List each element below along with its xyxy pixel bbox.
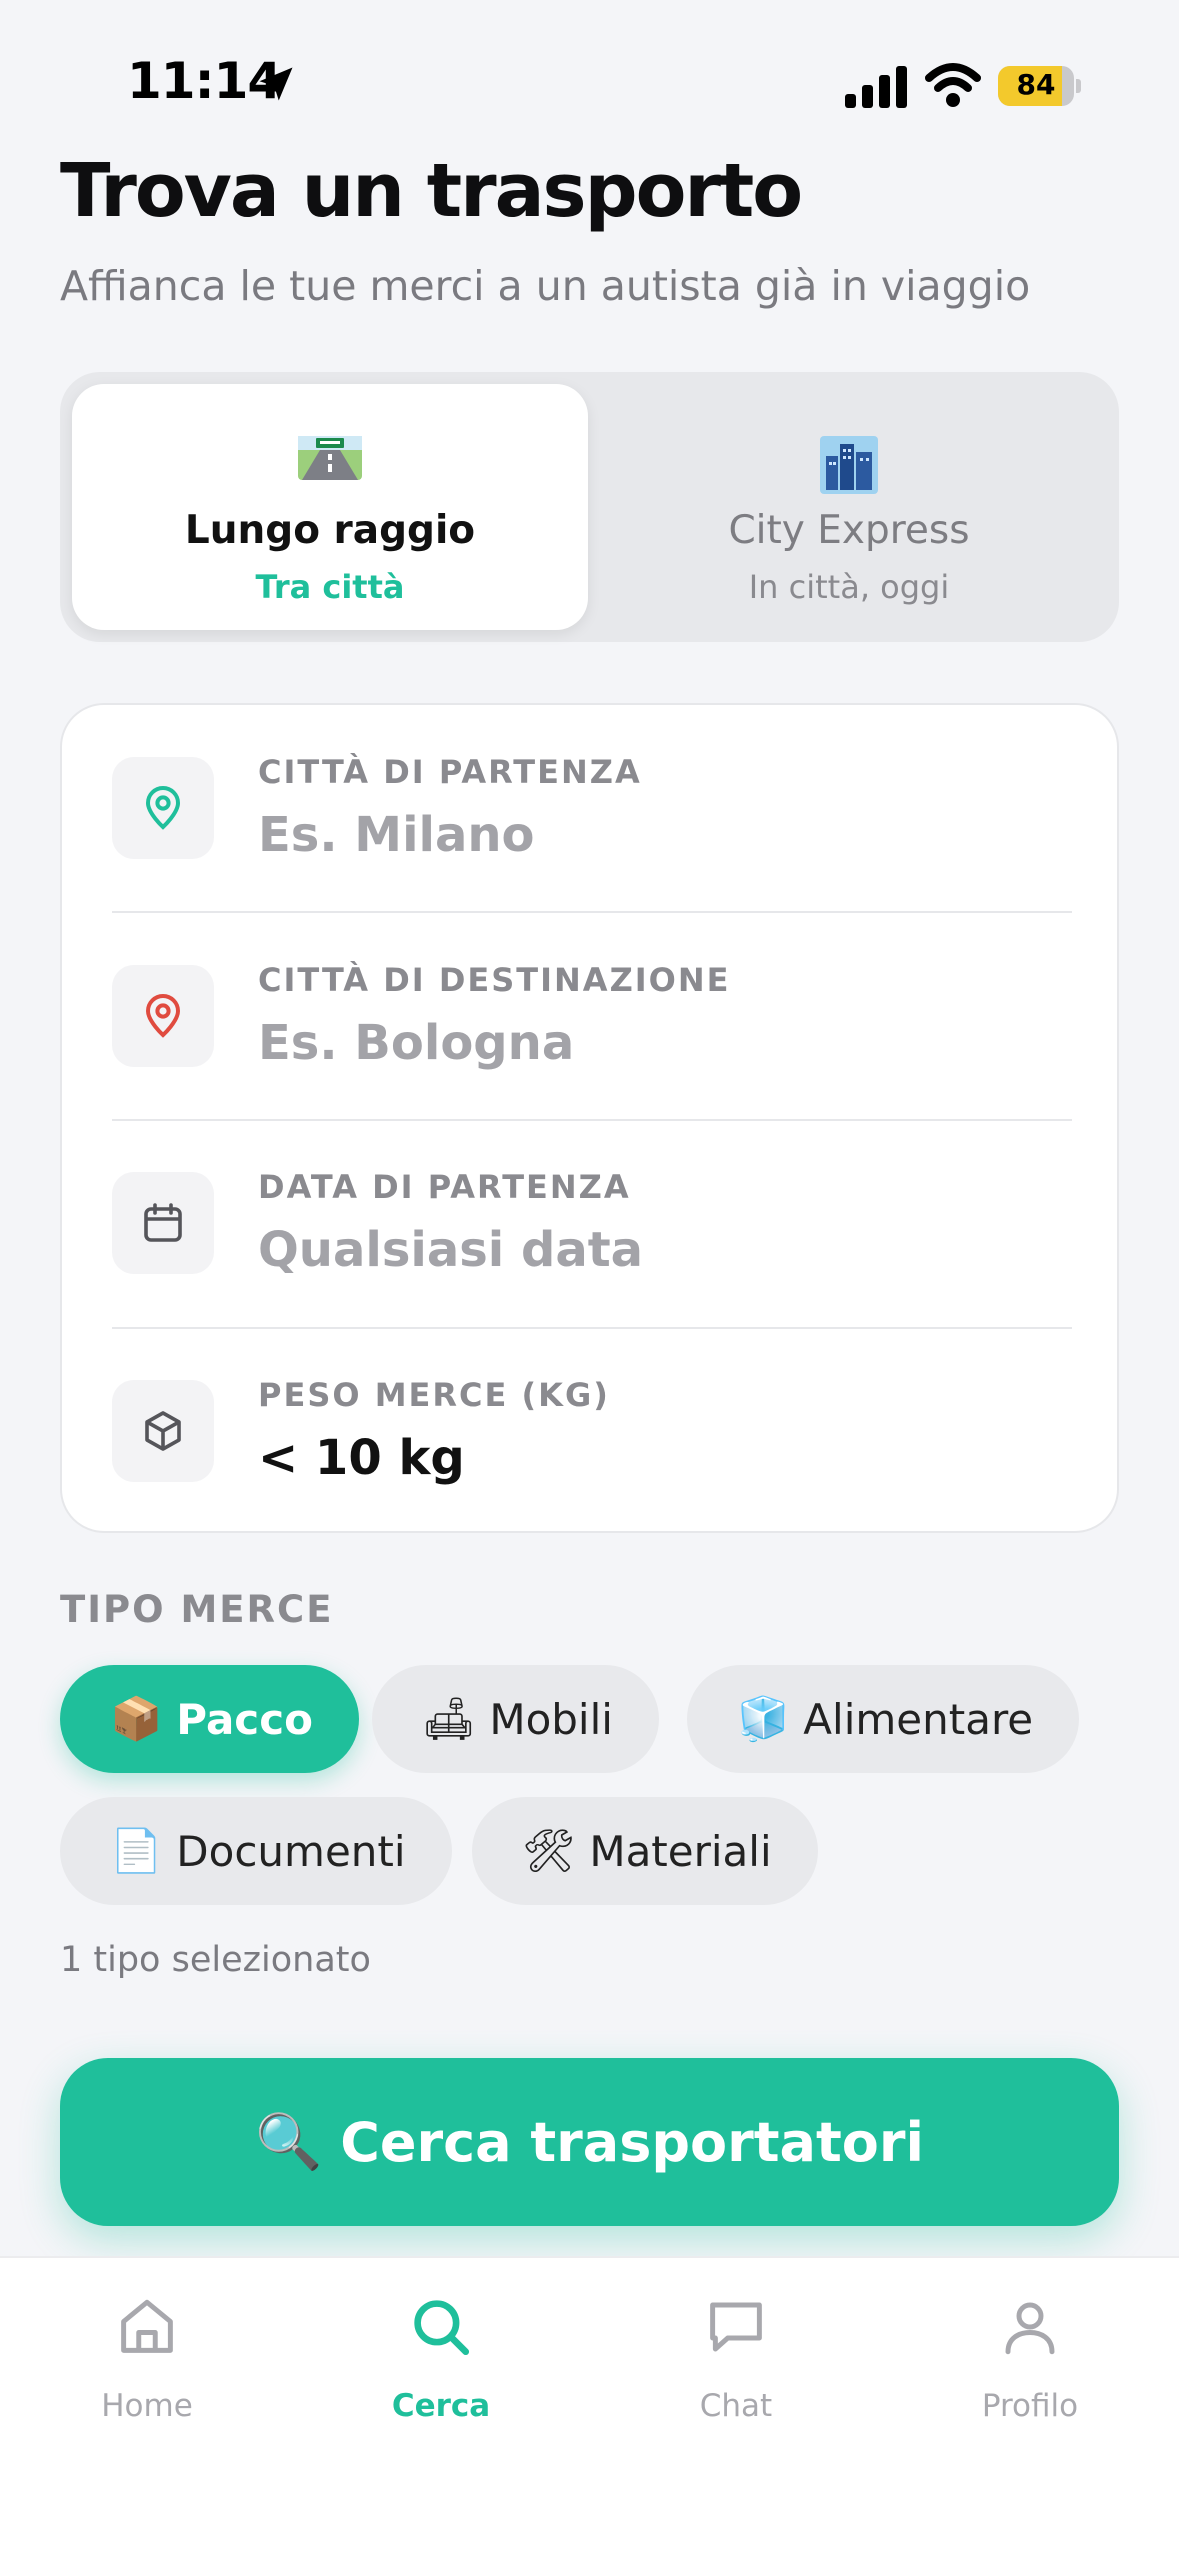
- tab-long-distance[interactable]: Lungo raggio Tra città: [72, 384, 588, 630]
- home-icon: [121, 2299, 173, 2353]
- box-icon: [145, 1411, 181, 1451]
- chip-materiali[interactable]: 🛠 Materiali: [472, 1797, 818, 1905]
- chip-pacco[interactable]: 📦 Pacco: [60, 1665, 359, 1773]
- chip-materiali-label: Materiali: [589, 1826, 772, 1876]
- calendar-icon: [144, 1203, 182, 1242]
- tab-search[interactable]: Cerca: [294, 2294, 588, 2464]
- cityscape-emoji: [820, 436, 878, 494]
- tab-city-express[interactable]: City Express In città, oggi: [591, 384, 1107, 630]
- page-title: Trova un trasporto: [60, 148, 803, 234]
- search-icon: [414, 2300, 470, 2356]
- tab-profile[interactable]: Profilo: [883, 2294, 1177, 2464]
- tab-city-express-sublabel: In città, oggi: [748, 568, 950, 606]
- destination-city-label: CITTÀ DI DESTINAZIONE: [258, 961, 731, 999]
- chip-documenti[interactable]: 📄 Documenti: [60, 1797, 452, 1905]
- location-pin-icon: [145, 786, 181, 830]
- departure-city-field[interactable]: CITTÀ DI PARTENZA Es. Milano: [112, 705, 1072, 912]
- status-bar: 11:14 84: [0, 0, 1179, 150]
- tab-bar: Home Cerca Chat Profilo: [0, 2256, 1179, 2556]
- departure-date-label: DATA DI PARTENZA: [258, 1168, 631, 1206]
- package-emoji: 📦: [110, 1694, 163, 1743]
- sofa-emoji: 🛋: [422, 1694, 476, 1743]
- ice-emoji: 🧊: [737, 1694, 790, 1743]
- tools-emoji: 🛠: [522, 1826, 576, 1875]
- departure-city-input[interactable]: Es. Milano: [258, 807, 535, 863]
- document-emoji: 📄: [110, 1826, 163, 1875]
- search-carriers-button[interactable]: 🔍 Cerca trasportatori: [60, 2058, 1119, 2226]
- chip-alimentare[interactable]: 🧊 Alimentare: [687, 1665, 1080, 1773]
- tab-long-distance-label: Lungo raggio: [184, 508, 476, 553]
- weight-label: PESO MERCE (KG): [258, 1376, 610, 1414]
- tab-profile-label: Profilo: [981, 2388, 1079, 2424]
- chat-icon: [710, 2302, 762, 2352]
- tab-home[interactable]: Home: [0, 2294, 294, 2464]
- chip-documenti-label: Documenti: [176, 1826, 406, 1876]
- weight-select[interactable]: < 10 kg: [258, 1430, 465, 1486]
- tab-long-distance-sublabel: Tra città: [255, 568, 405, 606]
- cellular-signal-icon: [845, 66, 907, 108]
- tab-search-label: Cerca: [391, 2388, 491, 2424]
- motorway-emoji: [298, 436, 362, 480]
- page-subtitle: Affianca le tue merci a un autista già i…: [60, 262, 1031, 310]
- tab-home-label: Home: [101, 2388, 193, 2424]
- location-arrow-icon: [259, 67, 293, 101]
- chip-pacco-label: Pacco: [176, 1694, 313, 1744]
- destination-city-input[interactable]: Es. Bologna: [258, 1015, 574, 1071]
- departure-date-field[interactable]: DATA DI PARTENZA Qualsiasi data: [112, 1120, 1072, 1327]
- profile-icon: [1005, 2302, 1055, 2355]
- selected-count-text: 1 tipo selezionato: [60, 1940, 371, 1980]
- weight-field[interactable]: PESO MERCE (KG) < 10 kg: [112, 1328, 1072, 1535]
- magnifier-emoji: 🔍: [254, 2110, 323, 2173]
- departure-date-input[interactable]: Qualsiasi data: [258, 1222, 643, 1278]
- battery-level: 84: [1016, 68, 1056, 101]
- search-form-card: CITTÀ DI PARTENZA Es. Milano CITTÀ DI DE…: [60, 703, 1119, 1533]
- search-carriers-label: Cerca trasportatori: [340, 2110, 925, 2174]
- battery-indicator: 84: [998, 66, 1081, 106]
- goods-type-heading: TIPO MERCE: [60, 1588, 334, 1631]
- tab-city-express-label: City Express: [728, 508, 970, 553]
- chip-mobili-label: Mobili: [489, 1694, 613, 1744]
- destination-city-field[interactable]: CITTÀ DI DESTINAZIONE Es. Bologna: [112, 913, 1072, 1120]
- tab-chat[interactable]: Chat: [589, 2294, 883, 2464]
- wifi-icon: [925, 63, 981, 107]
- tab-chat-label: Chat: [699, 2388, 773, 2424]
- location-pin-icon: [145, 994, 181, 1038]
- transport-mode-selector: Lungo raggio Tra città City Express In c…: [60, 372, 1119, 642]
- departure-city-label: CITTÀ DI PARTENZA: [258, 753, 642, 791]
- chip-alimentare-label: Alimentare: [803, 1694, 1034, 1744]
- chip-mobili[interactable]: 🛋 Mobili: [372, 1665, 659, 1773]
